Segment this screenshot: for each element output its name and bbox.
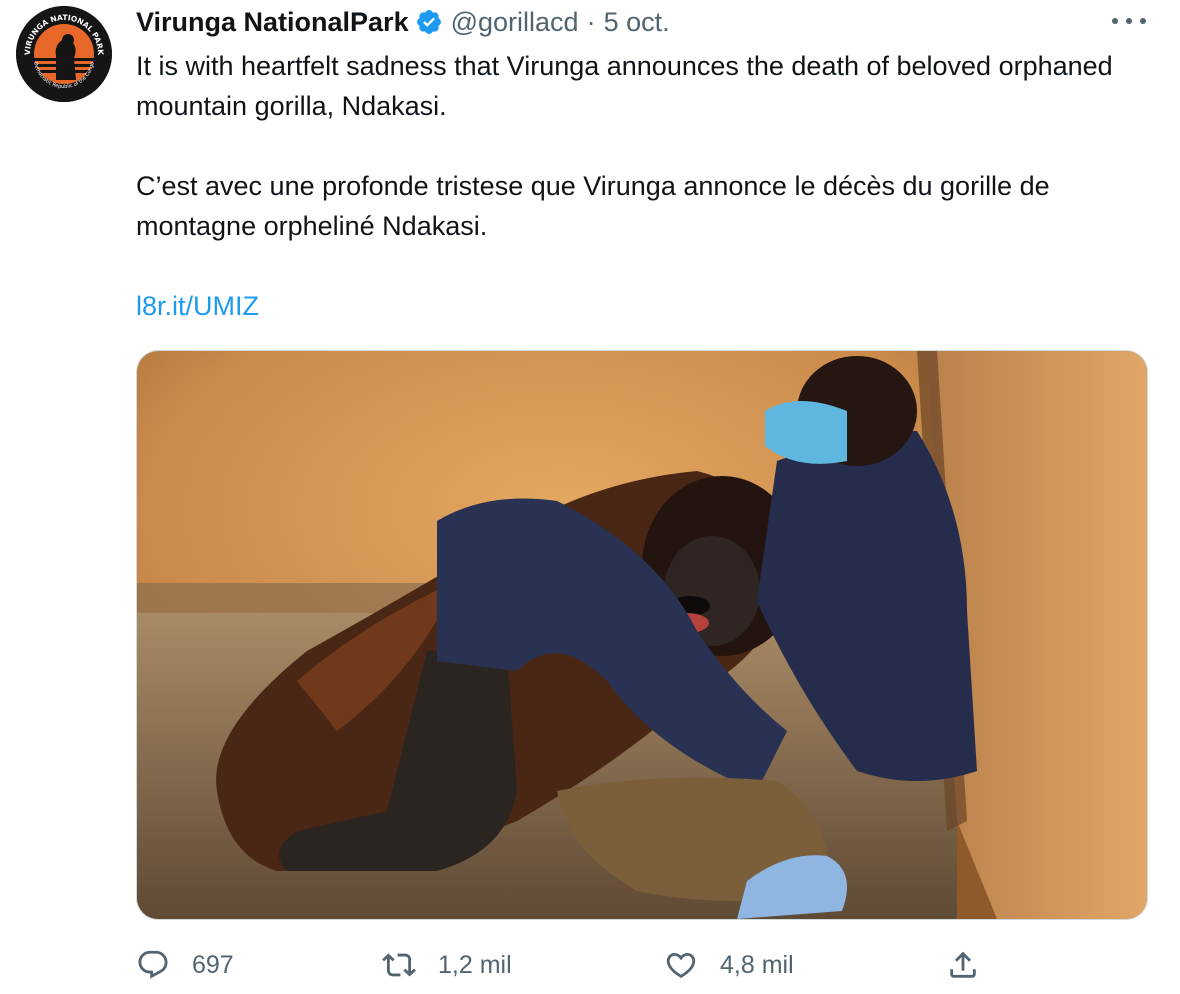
reply-count: 697	[192, 950, 234, 979]
share-button[interactable]	[946, 942, 980, 988]
display-name[interactable]: Virunga NationalPark	[136, 7, 409, 38]
like-button[interactable]: 4,8 mil	[664, 942, 794, 988]
tweet-header: Virunga NationalPark @gorillacd · 5 oct.	[136, 4, 670, 40]
retweet-icon	[382, 953, 416, 977]
more-dot	[1140, 18, 1146, 24]
tweet-card: VIRUNGA NATIONAL PARK Democratic Republi…	[0, 0, 1180, 994]
verified-badge-icon	[416, 10, 441, 34]
share-icon	[950, 951, 976, 978]
tweet-paragraph-fr: C’est avec une profonde tristese que Vir…	[136, 171, 1050, 241]
avatar[interactable]: VIRUNGA NATIONAL PARK Democratic Republi…	[16, 6, 112, 102]
tweet-text: It is with heartfelt sadness that Virung…	[136, 46, 1146, 326]
gorilla-photo-image	[137, 351, 1147, 919]
tweet-paragraph-en: It is with heartfelt sadness that Virung…	[136, 51, 1113, 121]
reply-button[interactable]: 697	[136, 942, 234, 988]
author-handle[interactable]: @gorillacd	[451, 7, 579, 38]
header-separator: ·	[586, 6, 596, 37]
retweet-count: 1,2 mil	[438, 950, 512, 979]
tweet-date[interactable]: 5 oct.	[604, 7, 670, 38]
retweet-button[interactable]: 1,2 mil	[382, 942, 512, 988]
tweet-actions: 697 1,2 mil 4,8 mil	[136, 942, 996, 988]
more-dot	[1126, 18, 1132, 24]
virunga-logo-icon: VIRUNGA NATIONAL PARK Democratic Republi…	[16, 6, 112, 102]
tweet-link[interactable]: l8r.it/UMIZ	[136, 291, 259, 321]
more-options-icon[interactable]	[1112, 14, 1146, 28]
more-dot	[1112, 18, 1118, 24]
like-count: 4,8 mil	[720, 950, 794, 979]
reply-icon	[138, 950, 168, 979]
tweet-photo[interactable]	[136, 350, 1148, 920]
heart-icon	[666, 952, 696, 978]
